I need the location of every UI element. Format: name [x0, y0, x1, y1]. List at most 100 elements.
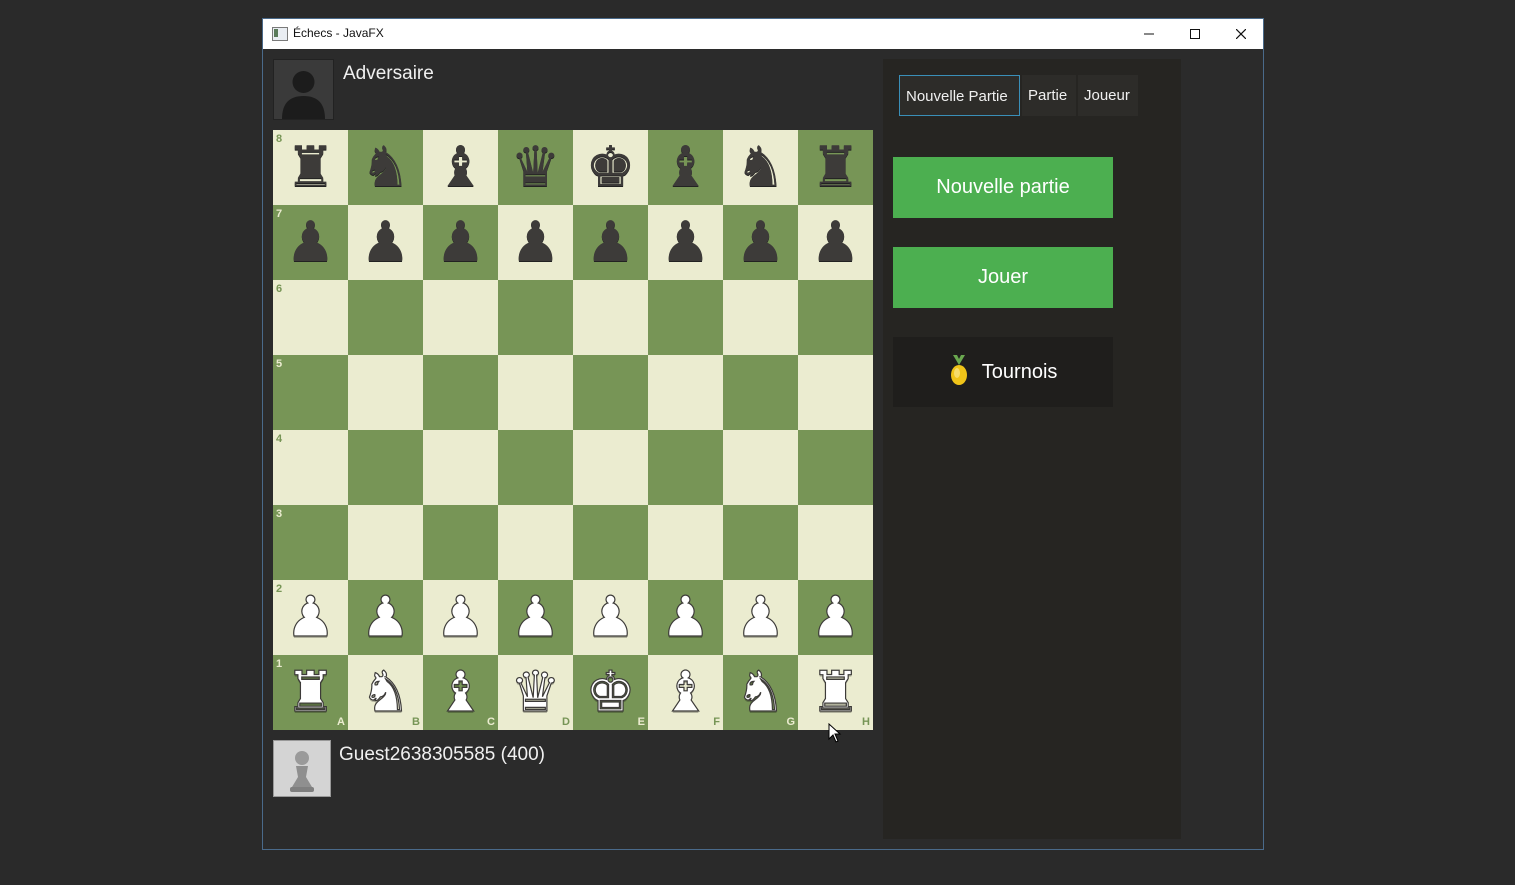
square-h4[interactable] [798, 430, 873, 505]
maximize-button[interactable] [1172, 19, 1218, 49]
black-pawn-icon[interactable]: ♟ [648, 205, 723, 280]
square-d8[interactable]: ♛ [498, 130, 573, 205]
white-pawn-icon[interactable]: ♟ [423, 580, 498, 655]
square-a8[interactable]: 8 ♜ [273, 130, 348, 205]
play-button[interactable]: Jouer [893, 247, 1113, 308]
black-rook-icon[interactable]: ♜ [273, 130, 348, 205]
square-e4[interactable] [573, 430, 648, 505]
square-b7[interactable]: ♟ [348, 205, 423, 280]
square-h6[interactable] [798, 280, 873, 355]
square-f7[interactable]: ♟ [648, 205, 723, 280]
black-pawn-icon[interactable]: ♟ [498, 205, 573, 280]
square-g4[interactable] [723, 430, 798, 505]
square-h7[interactable]: ♟ [798, 205, 873, 280]
square-a2[interactable]: 2 ♟ [273, 580, 348, 655]
square-h3[interactable] [798, 505, 873, 580]
square-g8[interactable]: ♞ [723, 130, 798, 205]
square-h2[interactable]: ♟ [798, 580, 873, 655]
square-g7[interactable]: ♟ [723, 205, 798, 280]
white-pawn-icon[interactable]: ♟ [273, 580, 348, 655]
white-pawn-icon[interactable]: ♟ [498, 580, 573, 655]
tab-nouvelle-partie[interactable]: Nouvelle Partie [899, 75, 1020, 116]
square-e2[interactable]: ♟ [573, 580, 648, 655]
white-rook-icon[interactable]: ♜ [798, 655, 873, 730]
new-game-button[interactable]: Nouvelle partie [893, 157, 1113, 218]
square-c2[interactable]: ♟ [423, 580, 498, 655]
white-rook-icon[interactable]: ♜ [273, 655, 348, 730]
square-a4[interactable]: 4 [273, 430, 348, 505]
white-pawn-icon[interactable]: ♟ [723, 580, 798, 655]
square-b4[interactable] [348, 430, 423, 505]
tab-partie[interactable]: Partie [1022, 75, 1076, 116]
white-knight-icon[interactable]: ♞ [348, 655, 423, 730]
square-c5[interactable] [423, 355, 498, 430]
square-h8[interactable]: ♜ [798, 130, 873, 205]
square-h5[interactable] [798, 355, 873, 430]
square-f6[interactable] [648, 280, 723, 355]
square-f4[interactable] [648, 430, 723, 505]
square-d2[interactable]: ♟ [498, 580, 573, 655]
square-g3[interactable] [723, 505, 798, 580]
square-b6[interactable] [348, 280, 423, 355]
square-e5[interactable] [573, 355, 648, 430]
title-bar[interactable]: Échecs - JavaFX [263, 19, 1263, 49]
black-king-icon[interactable]: ♚ [573, 130, 648, 205]
black-bishop-icon[interactable]: ♝ [423, 130, 498, 205]
square-d5[interactable] [498, 355, 573, 430]
square-d3[interactable] [498, 505, 573, 580]
square-a5[interactable]: 5 [273, 355, 348, 430]
square-f2[interactable]: ♟ [648, 580, 723, 655]
square-c7[interactable]: ♟ [423, 205, 498, 280]
white-bishop-icon[interactable]: ♝ [648, 655, 723, 730]
tab-joueur[interactable]: Joueur [1078, 75, 1138, 116]
square-e6[interactable] [573, 280, 648, 355]
minimize-button[interactable] [1126, 19, 1172, 49]
black-pawn-icon[interactable]: ♟ [723, 205, 798, 280]
square-c1[interactable]: C ♝ [423, 655, 498, 730]
square-g5[interactable] [723, 355, 798, 430]
white-pawn-icon[interactable]: ♟ [648, 580, 723, 655]
white-king-icon[interactable]: ♚ [573, 655, 648, 730]
tournament-button[interactable]: Tournois [893, 337, 1113, 407]
black-bishop-icon[interactable]: ♝ [648, 130, 723, 205]
square-b2[interactable]: ♟ [348, 580, 423, 655]
white-knight-icon[interactable]: ♞ [723, 655, 798, 730]
square-g2[interactable]: ♟ [723, 580, 798, 655]
white-queen-icon[interactable]: ♛ [498, 655, 573, 730]
square-c6[interactable] [423, 280, 498, 355]
black-pawn-icon[interactable]: ♟ [348, 205, 423, 280]
square-b8[interactable]: ♞ [348, 130, 423, 205]
white-pawn-icon[interactable]: ♟ [348, 580, 423, 655]
square-e3[interactable] [573, 505, 648, 580]
square-e8[interactable]: ♚ [573, 130, 648, 205]
square-a6[interactable]: 6 [273, 280, 348, 355]
square-h1[interactable]: H ♜ [798, 655, 873, 730]
square-c4[interactable] [423, 430, 498, 505]
black-pawn-icon[interactable]: ♟ [573, 205, 648, 280]
square-a7[interactable]: 7 ♟ [273, 205, 348, 280]
square-c3[interactable] [423, 505, 498, 580]
square-g1[interactable]: G ♞ [723, 655, 798, 730]
black-knight-icon[interactable]: ♞ [723, 130, 798, 205]
square-d1[interactable]: D ♛ [498, 655, 573, 730]
black-pawn-icon[interactable]: ♟ [423, 205, 498, 280]
square-g6[interactable] [723, 280, 798, 355]
square-f1[interactable]: F ♝ [648, 655, 723, 730]
black-knight-icon[interactable]: ♞ [348, 130, 423, 205]
white-bishop-icon[interactable]: ♝ [423, 655, 498, 730]
square-d6[interactable] [498, 280, 573, 355]
black-rook-icon[interactable]: ♜ [798, 130, 873, 205]
square-b3[interactable] [348, 505, 423, 580]
square-f3[interactable] [648, 505, 723, 580]
chess-board[interactable]: 8 ♜ ♞ ♝ ♛ ♚ ♝ ♞ ♜ 7 ♟ ♟ ♟ ♟ ♟ ♟ ♟ ♟ 6 5 4 3 2 ♟ ♟ ♟ ♟ ♟ ♟ ♟ ♟ 1 A ♜ B ♞ C ♝ D ♛… [273, 130, 873, 730]
square-b1[interactable]: B ♞ [348, 655, 423, 730]
black-pawn-icon[interactable]: ♟ [798, 205, 873, 280]
black-pawn-icon[interactable]: ♟ [273, 205, 348, 280]
white-pawn-icon[interactable]: ♟ [798, 580, 873, 655]
close-button[interactable] [1218, 19, 1264, 49]
square-d4[interactable] [498, 430, 573, 505]
square-a1[interactable]: 1 A ♜ [273, 655, 348, 730]
white-pawn-icon[interactable]: ♟ [573, 580, 648, 655]
square-c8[interactable]: ♝ [423, 130, 498, 205]
square-a3[interactable]: 3 [273, 505, 348, 580]
